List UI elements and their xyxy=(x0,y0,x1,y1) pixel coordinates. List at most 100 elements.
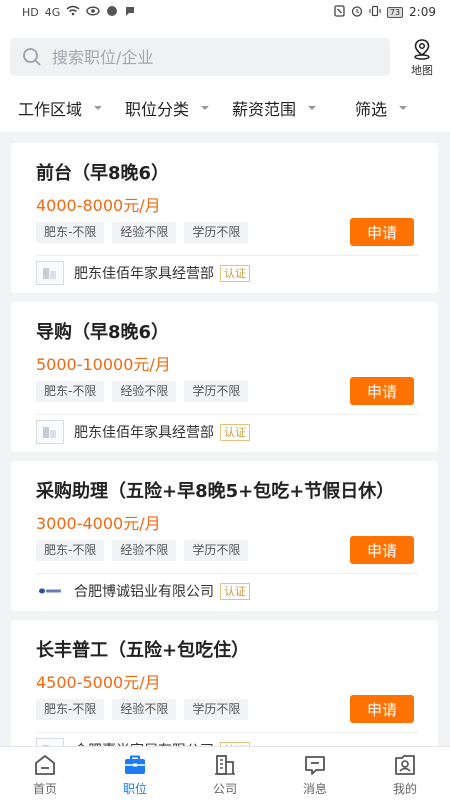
apply-button[interactable]: 申请 xyxy=(350,377,414,405)
header: 地图 工作区域 职位分类 薪资范围 筛选 xyxy=(0,24,450,132)
job-card[interactable]: 采购助理（五险+早8晚5+包吃+节假日休） 3000-4000元/月 肥东-不限… xyxy=(11,461,438,611)
placeholder-logo-icon xyxy=(43,427,56,438)
tag-experience: 经验不限 xyxy=(112,222,177,243)
job-title: 导购（早8晚6） xyxy=(36,322,170,343)
nav-label: 公司 xyxy=(212,782,237,796)
filter-bar: 工作区域 职位分类 薪资范围 筛选 xyxy=(0,86,450,126)
job-card[interactable]: 前台（早8晚6） 4000-8000元/月 肥东-不限 经验不限 学历不限 申请… xyxy=(11,143,438,293)
filter-label: 职位分类 xyxy=(125,100,190,119)
job-salary: 5000-10000元/月 xyxy=(36,355,171,374)
home-icon xyxy=(35,755,55,775)
search-box[interactable] xyxy=(10,38,390,76)
company-logo-icon xyxy=(39,588,61,594)
hd-icon: HD xyxy=(22,5,39,19)
profile-icon xyxy=(395,755,415,775)
nav-home[interactable]: 首页 xyxy=(0,747,90,800)
job-salary: 3000-4000元/月 xyxy=(36,514,161,533)
job-salary: 4500-5000元/月 xyxy=(36,673,161,692)
map-button[interactable]: 地图 xyxy=(402,38,442,78)
tag-location: 肥东-不限 xyxy=(36,699,105,720)
company-name: 肥东佳佰年家具经营部 xyxy=(74,266,214,282)
caret-down-icon xyxy=(399,106,408,110)
filter-label: 薪资范围 xyxy=(232,100,297,119)
nfc-icon xyxy=(334,4,345,20)
status-bar: HD 4G 73 2:09 xyxy=(0,0,450,24)
tag-education: 学历不限 xyxy=(184,540,249,561)
chat-icon xyxy=(124,5,136,20)
company-name: 合肥博诚铝业有限公司 xyxy=(74,584,214,600)
filter-label: 筛选 xyxy=(355,100,388,119)
caret-down-icon xyxy=(308,106,317,110)
company-logo xyxy=(36,261,64,285)
divider xyxy=(36,573,418,574)
vibrate-icon xyxy=(369,5,381,20)
tag-education: 学历不限 xyxy=(184,699,249,720)
briefcase-icon xyxy=(125,755,145,774)
nav-label: 消息 xyxy=(302,782,327,796)
signal-icon: 4G xyxy=(44,5,61,19)
status-icons-right: 73 2:09 xyxy=(334,4,436,20)
divider xyxy=(36,732,418,733)
company-row[interactable]: 肥东佳佰年家具经营部 认证 xyxy=(36,261,250,285)
divider xyxy=(36,414,418,415)
placeholder-logo-icon xyxy=(43,268,56,279)
nav-profile[interactable]: 我的 xyxy=(360,747,450,800)
apply-button[interactable]: 申请 xyxy=(350,218,414,246)
company-row[interactable]: 肥东佳佰年家具经营部 认证 xyxy=(36,420,250,444)
job-title: 前台（早8晚6） xyxy=(36,163,170,184)
search-icon xyxy=(23,48,41,66)
job-salary: 4000-8000元/月 xyxy=(36,196,161,215)
eye-icon xyxy=(86,6,100,19)
filter-job-category[interactable]: 职位分类 xyxy=(125,96,210,120)
divider xyxy=(36,255,418,256)
company-row[interactable]: 合肥博诚铝业有限公司 认证 xyxy=(36,579,250,603)
tag-location: 肥东-不限 xyxy=(36,222,105,243)
filter-work-area[interactable]: 工作区域 xyxy=(18,96,103,120)
nav-label: 职位 xyxy=(122,782,147,796)
filter-more[interactable]: 筛选 xyxy=(355,96,408,120)
job-tags: 肥东-不限 经验不限 学历不限 xyxy=(36,381,249,402)
verified-badge: 认证 xyxy=(220,423,250,441)
nav-label: 首页 xyxy=(32,782,57,796)
job-title: 采购助理（五险+早8晚5+包吃+节假日休） xyxy=(36,481,395,502)
building-icon xyxy=(215,755,235,775)
status-time: 2:09 xyxy=(409,5,436,19)
message-icon xyxy=(305,756,325,775)
filter-label: 工作区域 xyxy=(18,100,83,119)
apply-button[interactable]: 申请 xyxy=(350,695,414,723)
search-input[interactable] xyxy=(52,47,372,67)
job-tags: 肥东-不限 经验不限 学历不限 xyxy=(36,540,249,561)
job-card[interactable]: 导购（早8晚6） 5000-10000元/月 肥东-不限 经验不限 学历不限 申… xyxy=(11,302,438,452)
tag-experience: 经验不限 xyxy=(112,381,177,402)
status-icons-left: HD 4G xyxy=(22,5,136,20)
job-tags: 肥东-不限 经验不限 学历不限 xyxy=(36,699,249,720)
nav-label: 我的 xyxy=(392,782,417,796)
verified-badge: 认证 xyxy=(220,264,250,282)
tag-education: 学历不限 xyxy=(184,222,249,243)
map-label: 地图 xyxy=(411,64,433,77)
tag-location: 肥东-不限 xyxy=(36,540,105,561)
wifi-icon xyxy=(66,5,80,19)
battery-icon: 73 xyxy=(386,6,404,18)
company-name: 肥东佳佰年家具经营部 xyxy=(74,425,214,441)
map-pin-icon xyxy=(414,39,430,60)
job-tags: 肥东-不限 经验不限 学历不限 xyxy=(36,222,249,243)
cloud-icon xyxy=(106,5,118,20)
verified-badge: 认证 xyxy=(220,582,250,600)
company-logo xyxy=(36,579,64,603)
company-logo xyxy=(36,420,64,444)
tag-location: 肥东-不限 xyxy=(36,381,105,402)
job-title: 长丰普工（五险+包吃住） xyxy=(36,640,250,661)
nav-jobs[interactable]: 职位 xyxy=(90,747,180,800)
nav-company[interactable]: 公司 xyxy=(180,747,270,800)
tag-education: 学历不限 xyxy=(184,381,249,402)
filter-salary-range[interactable]: 薪资范围 xyxy=(232,96,317,120)
nav-messages[interactable]: 消息 xyxy=(270,747,360,800)
caret-down-icon xyxy=(201,106,210,110)
bottom-nav: 首页 职位 公司 消息 我的 xyxy=(0,746,450,800)
caret-down-icon xyxy=(94,106,103,110)
tag-experience: 经验不限 xyxy=(112,540,177,561)
apply-button[interactable]: 申请 xyxy=(350,536,414,564)
tag-experience: 经验不限 xyxy=(112,699,177,720)
alarm-icon xyxy=(351,5,363,20)
